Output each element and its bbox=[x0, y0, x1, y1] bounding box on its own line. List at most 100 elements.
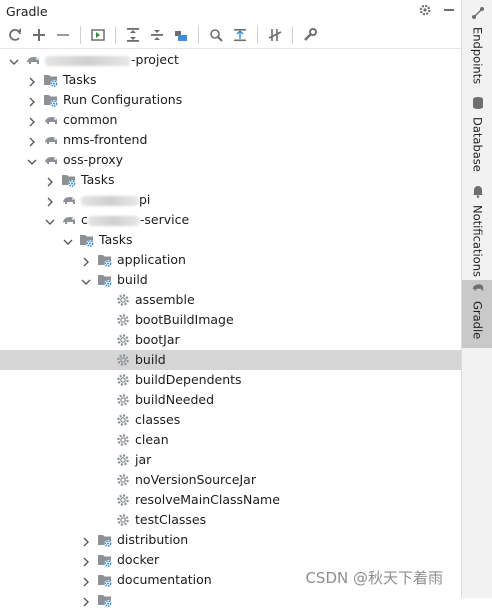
tree-label: Run Configurations bbox=[63, 92, 182, 108]
gradle-elephant-icon bbox=[43, 132, 59, 148]
tree-label: Tasks bbox=[99, 232, 133, 248]
side-tab-label: Notifications bbox=[470, 205, 485, 277]
tree-row-run-configurations[interactable]: Run Configurations bbox=[0, 90, 461, 110]
task-gear-icon bbox=[115, 492, 131, 508]
gradle-settings-icon[interactable] bbox=[299, 24, 321, 46]
folder-gear-icon bbox=[61, 172, 77, 188]
toolbar-separator bbox=[198, 26, 199, 44]
chevron-right-icon[interactable] bbox=[45, 195, 55, 207]
tree-label: distribution bbox=[117, 532, 188, 548]
tree-row-module-oss-proxy[interactable]: oss-proxy bbox=[0, 150, 461, 170]
tree-row-task-testclasses[interactable]: testClasses bbox=[0, 510, 461, 530]
gradle-elephant-icon bbox=[25, 52, 41, 68]
tree-row-task-buildneeded[interactable]: buildNeeded bbox=[0, 390, 461, 410]
tree-row-oss-proxy-tasks[interactable]: Tasks bbox=[0, 170, 461, 190]
chevron-right-icon[interactable] bbox=[45, 175, 55, 187]
chevron-right-icon[interactable] bbox=[27, 115, 37, 127]
chevron-right-icon[interactable] bbox=[27, 135, 37, 147]
side-tab-label: Endpoints bbox=[470, 27, 485, 85]
chevron-down-icon[interactable] bbox=[9, 55, 19, 65]
hide-minus-icon[interactable] bbox=[441, 2, 457, 18]
tree-label-text: common bbox=[63, 112, 118, 127]
side-tab-endpoints[interactable]: Endpoints bbox=[462, 6, 492, 88]
run-task-icon[interactable] bbox=[87, 24, 109, 46]
tree-label-text: buildNeeded bbox=[135, 392, 215, 407]
folder-gear-icon bbox=[97, 532, 113, 548]
chevron-right-icon[interactable] bbox=[81, 255, 91, 267]
tree-label: buildNeeded bbox=[135, 392, 214, 408]
tree-row-module-api[interactable]: pi bbox=[0, 190, 461, 210]
folder-gear-icon bbox=[43, 72, 59, 88]
chevron-down-icon[interactable] bbox=[63, 235, 73, 245]
tree-row-task-build[interactable]: build bbox=[0, 350, 461, 370]
side-tab-database[interactable]: Database bbox=[462, 96, 492, 174]
gradle-elephant-icon bbox=[61, 192, 77, 208]
analyze-dependencies-icon[interactable] bbox=[205, 24, 227, 46]
tree-row-task-assemble[interactable]: assemble bbox=[0, 290, 461, 310]
tree-row-task-jar[interactable]: jar bbox=[0, 450, 461, 470]
expand-all-icon[interactable] bbox=[122, 24, 144, 46]
tree-label-text: jar bbox=[135, 452, 152, 467]
tree-row-task-builddependents[interactable]: buildDependents bbox=[0, 370, 461, 390]
tree-row-root-project[interactable]: -project bbox=[0, 50, 461, 70]
side-tab-label: Database bbox=[470, 117, 485, 172]
tree-row-task-resolvemainclassname[interactable]: resolveMainClassName bbox=[0, 490, 461, 510]
tree-label-text: distribution bbox=[117, 532, 189, 547]
side-tab-gradle[interactable]: Gradle bbox=[462, 280, 492, 348]
redacted-text bbox=[87, 215, 140, 226]
tree-row-module-nms-frontend[interactable]: nms-frontend bbox=[0, 130, 461, 150]
tree-row-module-common[interactable]: common bbox=[0, 110, 461, 130]
gradle-tool-window: Gradle -project Tasks Run Configurations co… bbox=[0, 0, 461, 608]
side-tab-notifications[interactable]: Notifications bbox=[462, 184, 492, 277]
tree-row-task-bootjar[interactable]: bootJar bbox=[0, 330, 461, 350]
tree-row-module-service[interactable]: c -service bbox=[0, 210, 461, 230]
tree-label-text: Tasks bbox=[81, 172, 115, 187]
redacted-text bbox=[45, 55, 131, 66]
watermark-text: CSDN @秋天下着雨 bbox=[305, 569, 443, 587]
tree-label-text: testClasses bbox=[135, 512, 207, 527]
tree-row-service-tasks[interactable]: Tasks bbox=[0, 230, 461, 250]
add-icon[interactable] bbox=[28, 24, 50, 46]
tree-label: common bbox=[63, 112, 117, 128]
tree-label-text: -service bbox=[139, 212, 190, 227]
tree-row-task-group-partial[interactable] bbox=[0, 590, 461, 610]
task-gear-icon bbox=[115, 372, 131, 388]
tree-row-task-group-build[interactable]: build bbox=[0, 270, 461, 290]
chevron-down-icon[interactable] bbox=[81, 275, 91, 285]
tree-row-tasks[interactable]: Tasks bbox=[0, 70, 461, 90]
link-project-icon[interactable] bbox=[170, 24, 192, 46]
tree-label: testClasses bbox=[135, 512, 206, 528]
tree-row-task-noversionsourcejar[interactable]: noVersionSourceJar bbox=[0, 470, 461, 490]
tree-row-task-bootbuildimage[interactable]: bootBuildImage bbox=[0, 310, 461, 330]
settings-gear-icon[interactable] bbox=[417, 2, 433, 18]
collapse-all-icon[interactable] bbox=[146, 24, 168, 46]
tree-row-task-classes[interactable]: classes bbox=[0, 410, 461, 430]
elephant-icon bbox=[471, 280, 485, 297]
tree-row-task-clean[interactable]: clean bbox=[0, 430, 461, 450]
task-gear-icon bbox=[115, 332, 131, 348]
chevron-right-icon[interactable] bbox=[81, 595, 91, 607]
tree-label-text: bootJar bbox=[135, 332, 180, 347]
remove-icon[interactable] bbox=[52, 24, 74, 46]
refresh-icon[interactable] bbox=[4, 24, 26, 46]
tree-row-task-group-distribution[interactable]: distribution bbox=[0, 530, 461, 550]
tree-label-text: build bbox=[135, 352, 166, 367]
chevron-right-icon[interactable] bbox=[27, 75, 37, 87]
toggle-offline-icon[interactable] bbox=[229, 24, 251, 46]
chevron-right-icon[interactable] bbox=[27, 95, 37, 107]
tree-row-task-group-application[interactable]: application bbox=[0, 250, 461, 270]
tree-label-prefix: c bbox=[81, 212, 88, 227]
toggle-skip-tests-icon[interactable] bbox=[264, 24, 286, 46]
chevron-right-icon[interactable] bbox=[81, 555, 91, 567]
chevron-right-icon[interactable] bbox=[81, 535, 91, 547]
tree-label-text: application bbox=[117, 252, 186, 267]
tree-label: c -service bbox=[81, 212, 189, 228]
chevron-down-icon[interactable] bbox=[27, 155, 37, 165]
chevron-right-icon[interactable] bbox=[81, 575, 91, 587]
task-gear-icon bbox=[115, 472, 131, 488]
chevron-down-icon[interactable] bbox=[45, 215, 55, 225]
tree-label-text: -project bbox=[131, 52, 179, 67]
database-icon bbox=[471, 96, 485, 113]
endpoints-icon bbox=[471, 6, 485, 23]
task-gear-icon bbox=[115, 312, 131, 328]
